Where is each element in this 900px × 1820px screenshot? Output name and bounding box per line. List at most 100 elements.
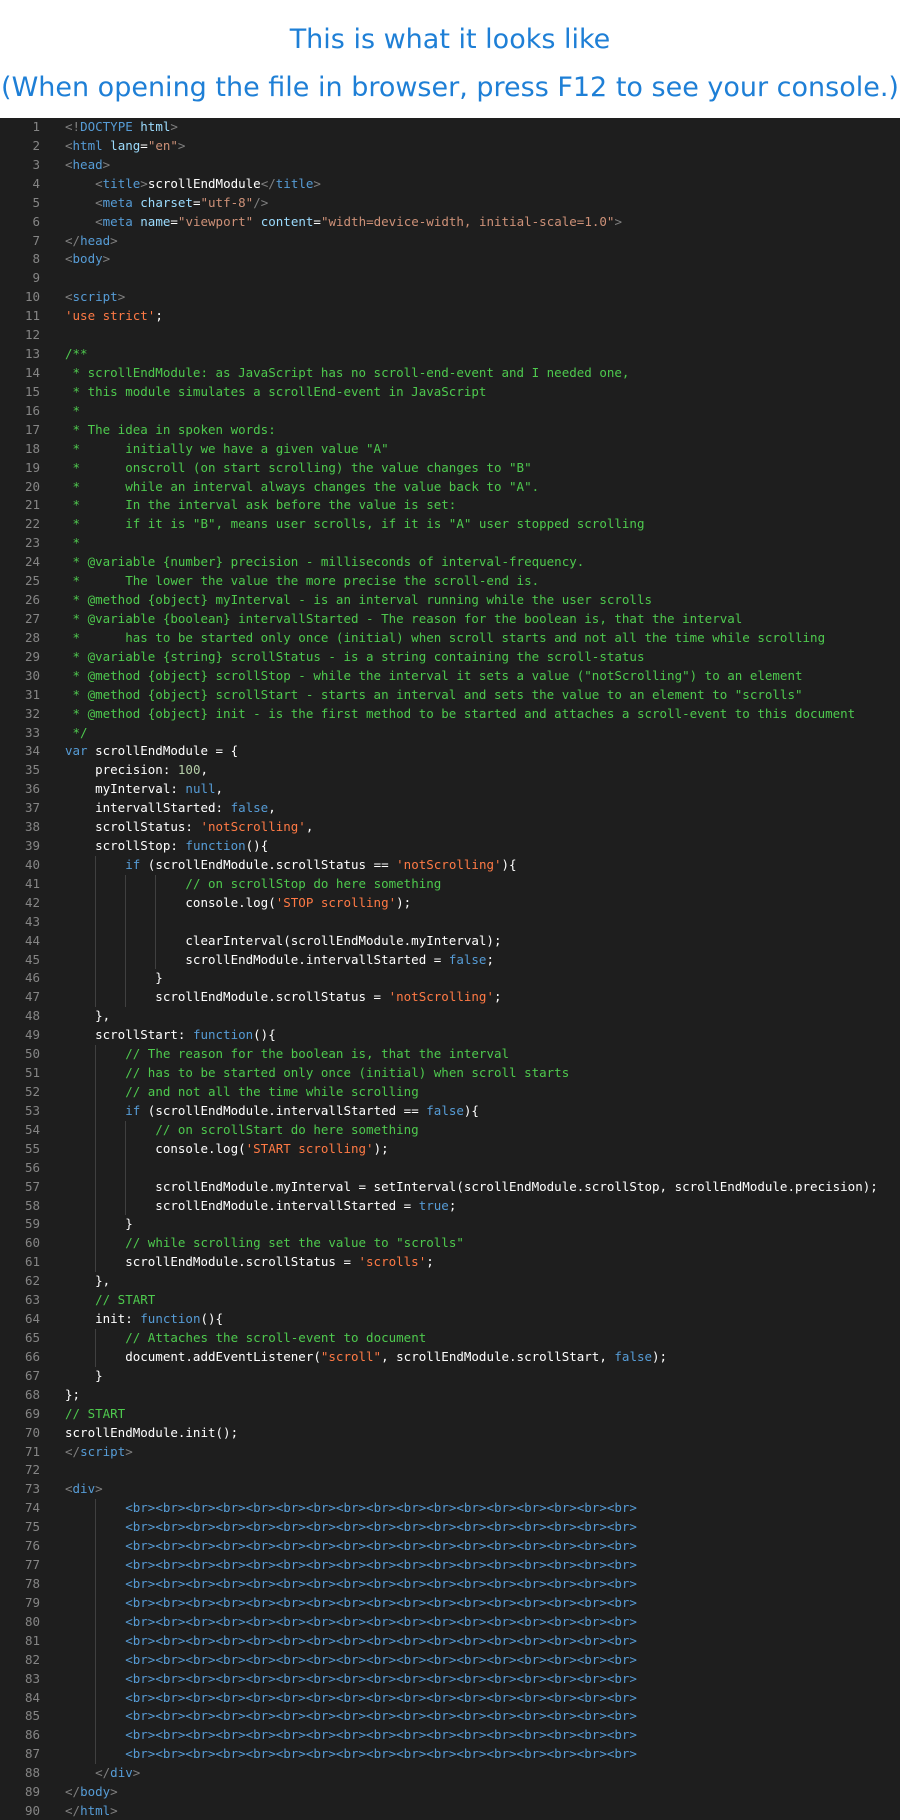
line-number: 10: [24, 289, 40, 305]
code-text: scrollStop: function(){: [65, 837, 268, 856]
code-token: console.log(: [65, 1140, 246, 1156]
line-number: 58: [24, 1197, 40, 1213]
code-token: *: [65, 402, 81, 418]
header-title: This is what it looks like: [289, 24, 611, 55]
code-token: <: [65, 137, 73, 153]
code-token: // and not all the time while scrolling: [125, 1084, 419, 1100]
code-line: 2 <html lang="en">: [0, 137, 900, 156]
code-text: myInterval: null,: [65, 780, 223, 799]
code-text: <br><br><br><br><br><br><br><br><br><br>…: [65, 1707, 637, 1726]
code-token: },: [65, 1273, 111, 1289]
code-token: (){: [245, 838, 269, 854]
code-text: <br><br><br><br><br><br><br><br><br><br>…: [65, 1689, 637, 1708]
code-line: 27 * @variable {boolean} intervallStarte…: [0, 610, 900, 629]
line-number: 32: [24, 705, 40, 721]
code-line: 89 </body>: [0, 1783, 900, 1802]
code-line: 20 * while an interval always changes th…: [0, 478, 900, 497]
line-number: 17: [24, 421, 40, 437]
line-number: 6: [32, 213, 40, 229]
code-line: 29 * @variable {string} scrollStatus - i…: [0, 648, 900, 667]
code-line: 7 </head>: [0, 232, 900, 251]
code-line: 57 scrollEndModule.myInterval = setInter…: [0, 1177, 900, 1197]
code-line: 21 * In the interval ask before the valu…: [0, 496, 900, 515]
code-token: scrollStart:: [65, 1027, 193, 1043]
code-token: "viewport": [177, 213, 254, 229]
code-text: <meta name="viewport" content="width=dev…: [65, 213, 622, 232]
line-number: 38: [24, 819, 40, 835]
code-token: * if it is "B", means user scrolls, if i…: [65, 516, 645, 532]
line-number: 59: [24, 1216, 40, 1232]
line-number: 40: [24, 856, 40, 872]
code-text: <html lang="en">: [65, 137, 185, 156]
code-token: */: [65, 724, 88, 740]
code-token: script: [72, 289, 118, 305]
line-number: 65: [24, 1330, 40, 1345]
line-number: 56: [24, 1159, 40, 1175]
code-token: </: [95, 1765, 111, 1781]
code-token: 'START scrolling': [245, 1140, 374, 1156]
code-text: <div>: [65, 1480, 103, 1499]
code-text: *: [65, 534, 81, 553]
code-line: 70 scrollEndModule.init();: [0, 1424, 900, 1443]
line-number: 43: [24, 913, 40, 929]
code-text: var scrollEndModule = {: [65, 742, 238, 761]
code-token: ;: [486, 951, 494, 967]
code-token: =: [192, 194, 201, 210]
code-line: 12: [0, 326, 900, 345]
code-token: <br><br><br><br><br><br><br><br><br><br>…: [125, 1575, 637, 1591]
line-number: 76: [24, 1538, 40, 1554]
code-editor[interactable]: 1 <!DOCTYPE html> 2 <html lang="en"> 3 <head>…: [0, 118, 900, 1820]
code-text: },: [65, 1007, 110, 1026]
code-text: <title>scrollEndModule</title>: [65, 175, 321, 194]
code-token: <br><br><br><br><br><br><br><br><br><br>…: [125, 1519, 637, 1535]
code-token: ;: [493, 989, 502, 1005]
code-token: (){: [200, 1311, 224, 1327]
code-line: 68};: [0, 1386, 900, 1405]
code-text: <!DOCTYPE html>: [65, 118, 178, 137]
code-token: <br><br><br><br><br><br><br><br><br><br>…: [125, 1651, 637, 1667]
code-text: <meta charset="utf-8"/>: [65, 194, 268, 213]
code-token: false: [448, 951, 487, 967]
line-number: 78: [24, 1575, 40, 1591]
code-token: >: [313, 175, 321, 191]
code-token: document.addEventListener(: [65, 1348, 321, 1364]
line-number: 81: [24, 1632, 40, 1648]
code-text: intervallStarted: false,: [65, 799, 276, 818]
code-text: </script>: [65, 1443, 133, 1462]
code-token: name: [132, 213, 171, 229]
code-text: scrollStart: function(){: [65, 1026, 276, 1045]
code-line: 66 document.addEventListener("scroll", s…: [0, 1347, 900, 1367]
code-token: <!: [65, 119, 81, 134]
code-token: * @method {object} scrollStop - while th…: [65, 667, 803, 683]
code-line: 61 scrollEndModule.scrollStatus = 'scrol…: [0, 1253, 900, 1273]
code-token: charset: [132, 194, 193, 210]
code-line: 64 init: function(){: [0, 1310, 900, 1329]
line-number: 66: [24, 1348, 40, 1364]
line-number: 33: [24, 724, 40, 740]
line-number: 80: [24, 1613, 40, 1629]
code-text: // Attaches the scroll-event to document: [65, 1329, 426, 1348]
line-number: 74: [24, 1500, 40, 1516]
line-number: 3: [32, 156, 40, 172]
code-text: </body>: [65, 1783, 118, 1802]
code-token: 'STOP scrolling': [275, 894, 397, 910]
code-text: * In the interval ask before the value i…: [65, 496, 457, 515]
code-line: 28 * has to be started only once (initia…: [0, 629, 900, 648]
line-number: 90: [24, 1803, 40, 1819]
code-line: 86 <br><br><br><br><br><br><br><br><br><…: [0, 1726, 900, 1746]
code-token: * @variable {string} scrollStatus - is a…: [65, 648, 645, 664]
code-token: <br><br><br><br><br><br><br><br><br><br>…: [125, 1594, 637, 1610]
code-token: 'notScrolling': [396, 856, 502, 872]
code-lines: 1 <!DOCTYPE html> 2 <html lang="en"> 3 <head>…: [0, 118, 900, 1820]
indent-guide: [125, 1158, 127, 1178]
code-token: div: [72, 1481, 96, 1497]
code-token: script: [80, 1443, 126, 1459]
